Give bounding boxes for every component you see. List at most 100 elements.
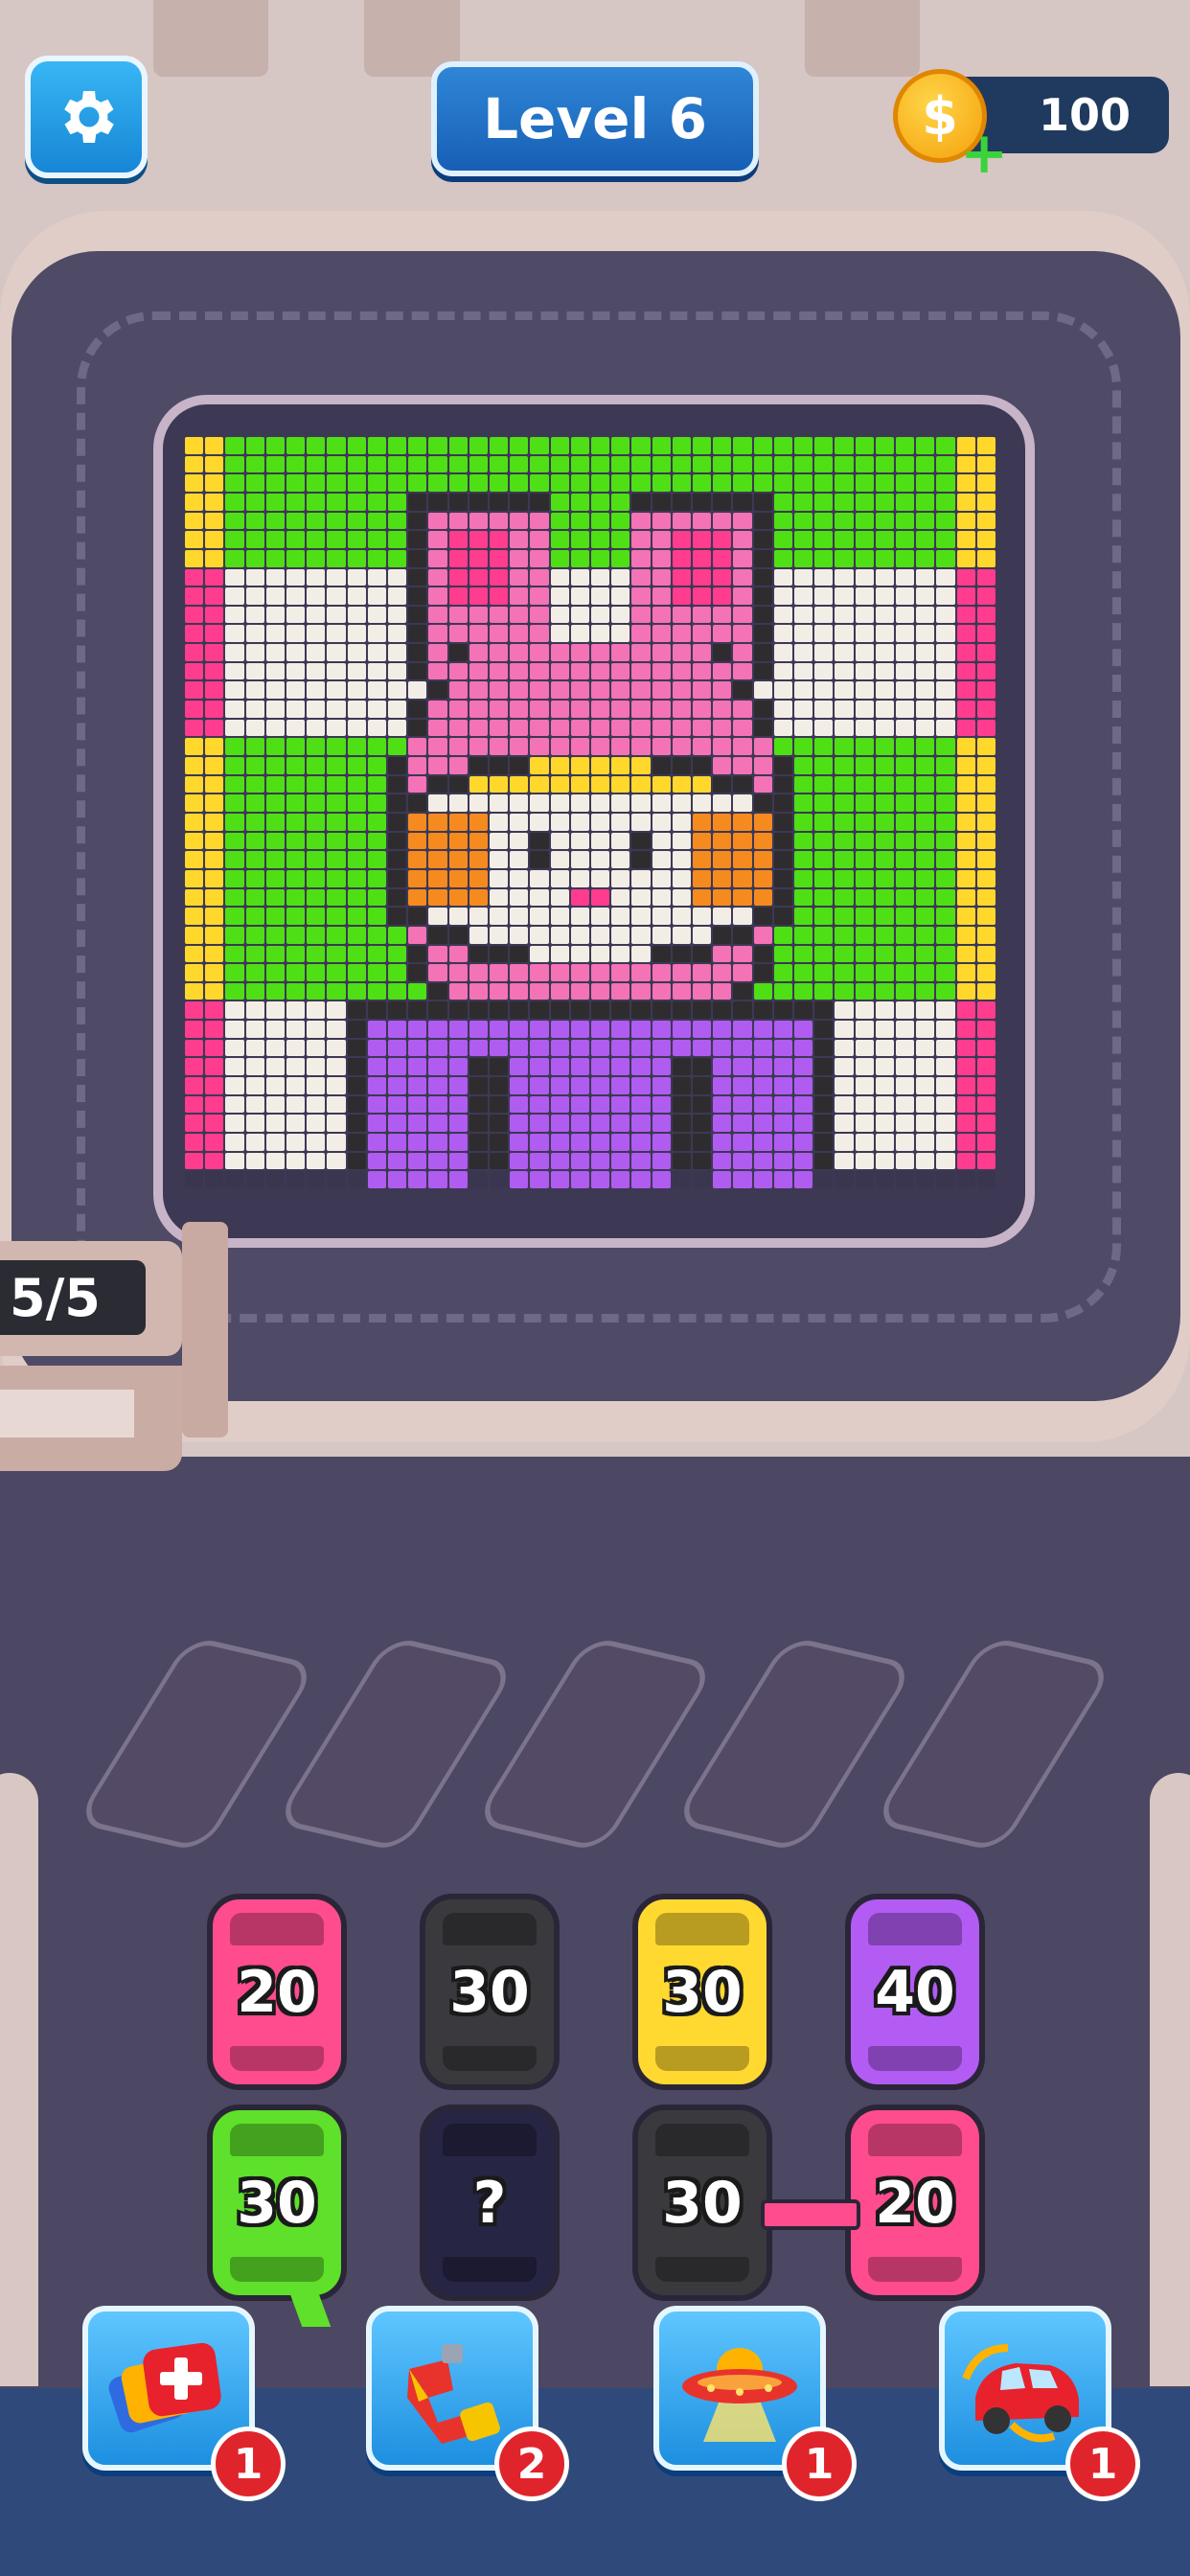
settings-button[interactable] [25,56,148,178]
pixel-block [794,851,813,868]
pixel-block [976,437,995,454]
car[interactable]: 30 [420,1894,560,2090]
pixel-block [591,926,610,944]
pixel-block [875,1152,894,1170]
pixel-block [773,1021,792,1038]
pixel-block [896,813,915,831]
pixel-block [448,587,468,605]
mystery-car[interactable]: ? [420,2104,560,2301]
pixel-block [835,1134,854,1151]
pixel-block [693,455,712,473]
pixel-block [347,493,366,511]
pixel-block [936,455,955,473]
pixel-block [916,474,935,492]
pixel-block [245,719,264,737]
pixel-block [367,587,386,605]
pixel-block [570,549,589,567]
pixel-block [794,869,813,887]
pixel-block [490,587,509,605]
pixel-block [855,908,874,925]
pixel-block [265,1001,285,1020]
pixel-block [347,851,366,868]
pixel-block [896,1021,915,1038]
pixel-block [225,926,244,944]
pixel-block [713,869,732,887]
pixel-block [733,1171,752,1188]
pixel-block [245,474,264,492]
pixel-block [185,625,204,643]
pixel-block [490,1077,509,1094]
pixel-block [631,474,651,492]
pixel-block [652,813,671,831]
pixel-block [814,606,834,624]
pixel-block [327,681,346,700]
pixel-block [245,1115,264,1133]
pixel-block [550,474,569,492]
pixel-block [733,832,752,850]
pixel-block [672,549,691,567]
pixel-block [936,1095,955,1114]
pixel-block [286,606,306,624]
pixel-block [347,625,366,643]
pixel-block [205,701,224,718]
pixel-block [245,644,264,661]
pixel-block [956,1115,975,1133]
car[interactable]: 20 [207,1894,347,2090]
pixel-block [530,794,549,812]
car[interactable]: 30 [632,1894,772,2090]
gate-post [182,1222,228,1438]
pixel-block [286,813,306,831]
pixel-block [307,757,326,774]
pixel-block [490,719,509,737]
pixel-block [956,945,975,963]
car[interactable]: 30 [207,2104,347,2301]
car[interactable]: 20 [845,2104,985,2301]
pixel-block [713,1021,732,1038]
pixel-block [347,775,366,794]
pixel-block [794,1134,813,1151]
pixel-block [388,1152,407,1170]
car-shuffle-icon [962,2344,1079,2443]
pixel-block [408,1115,427,1133]
pixel-block [733,1058,752,1076]
pixel-block [428,587,447,605]
pixel-block [388,1077,407,1094]
pixel-block [307,493,326,511]
pixel-block [936,1077,955,1094]
pixel-block [490,701,509,718]
pixel-block [896,869,915,887]
pixel-block [550,1152,569,1170]
pixel-block [956,888,975,907]
car[interactable]: 40 [845,1894,985,2090]
pixel-block [265,757,285,774]
car-windshield [443,2124,537,2156]
pixel-block [367,908,386,925]
pixel-block [713,455,732,473]
pixel-block [185,757,204,774]
pixel-block [794,757,813,774]
pixel-block [265,1171,285,1188]
pixel-block [286,662,306,680]
pixel-block [185,1058,204,1076]
pixel-block [225,1171,244,1188]
pixel-block [631,568,651,586]
pixel-block [855,1058,874,1076]
pixel-block [327,587,346,605]
pixel-block [916,1115,935,1133]
pixel-block [408,851,427,868]
pixel-block [205,625,224,643]
cards-plus-icon [108,2342,221,2433]
pixel-block [916,719,935,737]
pixel-block [794,474,813,492]
pixel-block [265,681,285,700]
pixel-block [448,813,468,831]
pixel-block [976,964,995,981]
pixel-block [570,474,589,492]
pixel-block [367,926,386,944]
pixel-block [286,549,306,567]
pixel-block [753,1095,772,1114]
pixel-block [835,738,854,756]
plus-icon[interactable]: + [960,125,1008,182]
car[interactable]: 30 [632,2104,772,2301]
pixel-block [510,1134,529,1151]
